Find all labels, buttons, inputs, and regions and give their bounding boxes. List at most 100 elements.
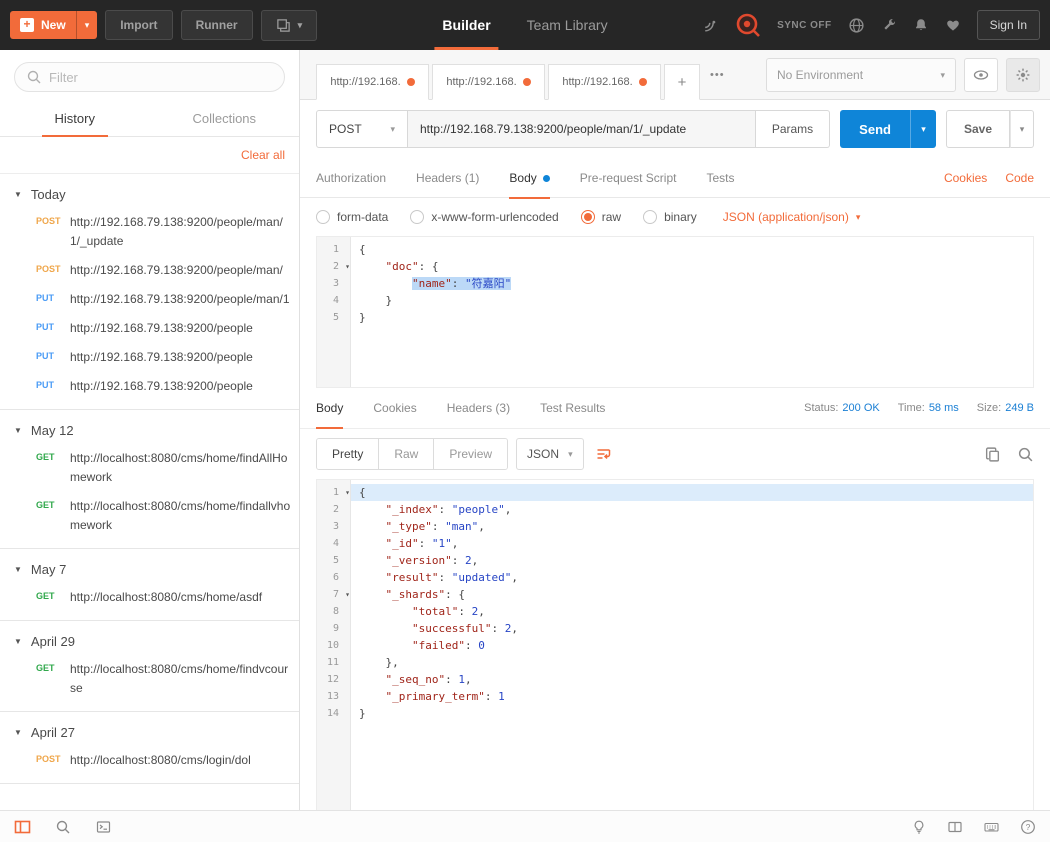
- history-group-header[interactable]: ▼Today: [0, 178, 299, 208]
- nav-builder[interactable]: Builder: [442, 0, 490, 50]
- response-time: Time:58 ms: [898, 402, 959, 414]
- link-cookies[interactable]: Cookies: [944, 171, 987, 185]
- response-tab-cookies[interactable]: Cookies: [373, 388, 416, 428]
- settings-button[interactable]: [1006, 58, 1040, 92]
- code-line: {: [351, 241, 1033, 258]
- wrap-lines-button[interactable]: [594, 445, 613, 463]
- save-dropdown-caret[interactable]: ▾: [1010, 110, 1034, 148]
- history-group-header[interactable]: ▼April 27: [0, 716, 299, 746]
- interceptor-icon[interactable]: [702, 17, 719, 34]
- runner-button[interactable]: Runner: [181, 10, 253, 40]
- link-code[interactable]: Code: [1005, 171, 1034, 185]
- history-request-item[interactable]: GEThttp://localhost:8080/cms/home/findvc…: [0, 655, 299, 703]
- request-url-text: http://localhost:8080/cms/home/asdf: [70, 588, 262, 607]
- request-tab-2[interactable]: http://192.168.: [432, 64, 545, 100]
- sync-logo-icon[interactable]: [735, 12, 761, 38]
- send-button[interactable]: Send: [840, 110, 910, 148]
- help-button[interactable]: ?: [1020, 819, 1036, 835]
- bell-icon[interactable]: [913, 17, 929, 33]
- console-button[interactable]: [95, 819, 112, 835]
- history-request-item[interactable]: PUThttp://192.168.79.138:9200/people: [0, 343, 299, 372]
- history-request-item[interactable]: GEThttp://localhost:8080/cms/home/findAl…: [0, 444, 299, 492]
- send-dropdown-caret[interactable]: ▾: [910, 110, 936, 148]
- nav-team-library[interactable]: Team Library: [527, 0, 608, 50]
- copy-response-button[interactable]: [984, 446, 1001, 463]
- clear-all-link[interactable]: Clear all: [241, 148, 285, 162]
- new-window-button[interactable]: ▾: [261, 10, 318, 41]
- new-button-main[interactable]: + New: [10, 11, 76, 39]
- new-dropdown-caret[interactable]: ▾: [76, 11, 98, 39]
- save-group: Save ▾: [946, 110, 1034, 148]
- line-number: 6: [317, 569, 350, 586]
- save-button[interactable]: Save: [946, 110, 1010, 148]
- history-request-item[interactable]: POSThttp://localhost:8080/cms/login/dol: [0, 746, 299, 775]
- history-request-item[interactable]: GEThttp://localhost:8080/cms/home/findal…: [0, 492, 299, 540]
- code-line: }: [351, 292, 1033, 309]
- params-button[interactable]: Params: [756, 110, 830, 148]
- format-select[interactable]: JSON ▾: [516, 438, 584, 470]
- tab-headers-1[interactable]: Headers (1): [416, 158, 479, 198]
- signin-button[interactable]: Sign In: [977, 10, 1040, 40]
- tab-pre-request-script[interactable]: Pre-request Script: [580, 158, 677, 198]
- search-response-button[interactable]: [1017, 446, 1034, 463]
- new-tab-button[interactable]: +: [664, 64, 700, 100]
- more-tabs-button[interactable]: •••: [710, 69, 725, 81]
- request-tab-label: http://192.168.: [446, 76, 516, 88]
- request-method-label: GET: [36, 497, 70, 535]
- app-window: + New ▾ Import Runner ▾ Builder Team Libr…: [0, 0, 1050, 842]
- method-select[interactable]: POST ▾: [316, 110, 408, 148]
- history-request-item[interactable]: PUThttp://192.168.79.138:9200/people/man…: [0, 285, 299, 314]
- request-url-text: http://192.168.79.138:9200/people: [70, 348, 253, 367]
- new-button[interactable]: + New ▾: [10, 11, 97, 39]
- history-group-header[interactable]: ▼May 12: [0, 414, 299, 444]
- request-tab-1[interactable]: http://192.168.: [316, 64, 429, 100]
- history-group-header[interactable]: ▼May 7: [0, 553, 299, 583]
- fold-caret-icon[interactable]: ▾: [345, 484, 350, 501]
- response-tab-headers-3[interactable]: Headers (3): [447, 388, 510, 428]
- bodytype-x-www-form-urlencoded[interactable]: x-www-form-urlencoded: [410, 210, 558, 224]
- fold-caret-icon[interactable]: ▾: [345, 586, 350, 603]
- sidebar-tab-history[interactable]: History: [0, 102, 150, 136]
- clear-all-row: Clear all: [0, 137, 299, 174]
- history-group-header[interactable]: ▼April 29: [0, 625, 299, 655]
- tab-tests[interactable]: Tests: [706, 158, 734, 198]
- tab-body[interactable]: Body: [509, 158, 549, 198]
- meta-label: Size:: [977, 402, 1001, 414]
- two-pane-view-button[interactable]: [947, 819, 963, 835]
- sidebar-tab-collections[interactable]: Collections: [150, 102, 300, 136]
- request-url-input[interactable]: [408, 110, 756, 148]
- request-editor-code[interactable]: { "doc": { "name": "符嘉阳" }}: [351, 237, 1033, 387]
- bodytype-form-data[interactable]: form-data: [316, 210, 388, 224]
- globe-icon[interactable]: [848, 17, 865, 34]
- tips-button[interactable]: [911, 819, 927, 835]
- tab-authorization[interactable]: Authorization: [316, 158, 386, 198]
- environment-select[interactable]: No Environment ▾: [766, 58, 956, 92]
- bodytype-raw[interactable]: raw: [581, 210, 621, 224]
- response-tab-body[interactable]: Body: [316, 388, 343, 428]
- line-number: 5: [317, 552, 350, 569]
- import-button[interactable]: Import: [105, 10, 172, 40]
- view-mode-raw[interactable]: Raw: [379, 439, 434, 469]
- content-type-select[interactable]: JSON (application/json) ▾: [723, 210, 861, 224]
- history-request-item[interactable]: POSThttp://192.168.79.138:9200/people/ma…: [0, 256, 299, 285]
- global-search-button[interactable]: [55, 819, 71, 835]
- history-request-item[interactable]: PUThttp://192.168.79.138:9200/people: [0, 372, 299, 401]
- toggle-sidebar-button[interactable]: [14, 819, 31, 835]
- response-editor-code[interactable]: { "_index": "people", "_type": "man", "_…: [351, 480, 1033, 810]
- heart-icon[interactable]: [945, 17, 961, 33]
- request-tab-label: http://192.168.: [330, 76, 400, 88]
- environment-preview-button[interactable]: [964, 58, 998, 92]
- filter-input[interactable]: [14, 62, 285, 92]
- view-mode-pretty[interactable]: Pretty: [317, 439, 379, 469]
- response-tab-test-results[interactable]: Test Results: [540, 388, 605, 428]
- bodytype-binary[interactable]: binary: [643, 210, 697, 224]
- shortcuts-button[interactable]: [983, 819, 1000, 835]
- history-request-item[interactable]: GEThttp://localhost:8080/cms/home/asdf: [0, 583, 299, 612]
- history-request-item[interactable]: POSThttp://192.168.79.138:9200/people/ma…: [0, 208, 299, 256]
- meta-value: 249 B: [1005, 402, 1034, 414]
- fold-caret-icon[interactable]: ▾: [345, 258, 350, 275]
- request-tab-3[interactable]: http://192.168.: [548, 64, 661, 100]
- view-mode-preview[interactable]: Preview: [434, 439, 507, 469]
- wrench-icon[interactable]: [881, 17, 897, 33]
- history-request-item[interactable]: PUThttp://192.168.79.138:9200/people: [0, 314, 299, 343]
